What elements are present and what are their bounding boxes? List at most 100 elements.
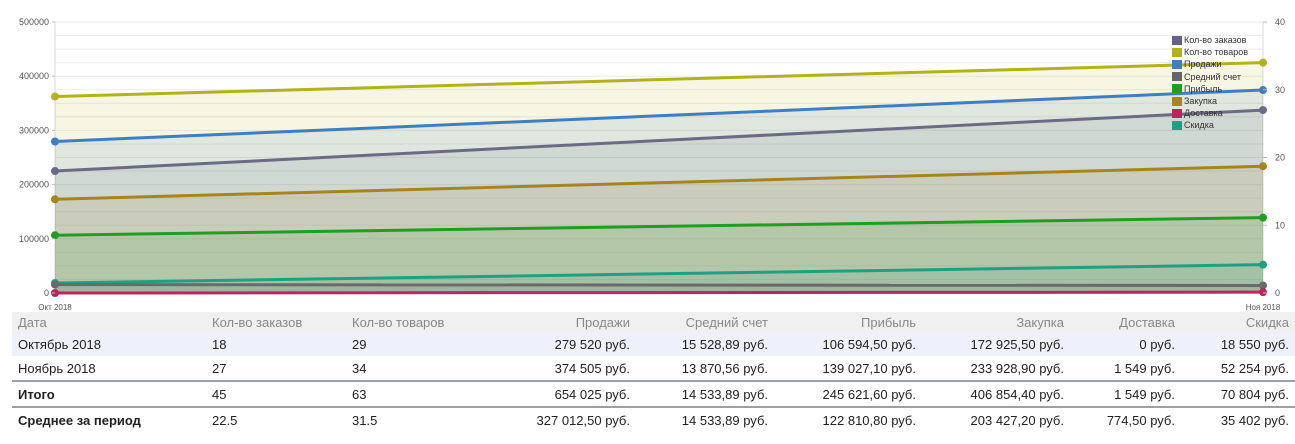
data-point: [51, 231, 59, 240]
x-tick-label: Окт 2018: [38, 303, 72, 312]
total-label: Итого: [12, 380, 206, 408]
col-header-discount[interactable]: Скидка: [1181, 312, 1295, 332]
average-profit: 122 810,80 руб.: [822, 412, 916, 428]
legend-item[interactable]: Скидка: [1172, 119, 1272, 131]
total-items: 63: [346, 380, 486, 408]
legend-label: Кол-во товаров: [1184, 47, 1248, 58]
total-delivery: 1 549 руб.: [1070, 380, 1181, 408]
col-header-profit[interactable]: Прибыль: [774, 312, 922, 332]
cell-delivery: 1 549 руб.: [1070, 356, 1181, 381]
col-header-delivery[interactable]: Доставка: [1070, 312, 1181, 332]
cell-purchase: 233 928,90 руб.: [922, 356, 1070, 381]
data-point: [51, 167, 59, 176]
total-sales: 654 025 руб.: [486, 380, 636, 408]
y-left-tick-label: 400000: [19, 71, 49, 81]
legend-swatch: [1172, 96, 1182, 106]
series-line: [54, 283, 1264, 287]
cell-items: 29: [346, 332, 486, 356]
data-point: [1259, 162, 1267, 171]
average-delivery: 774,50 руб.: [1106, 412, 1175, 428]
average-sales: 327 012,50 руб.: [536, 412, 630, 428]
legend-item[interactable]: Закупка: [1172, 95, 1272, 107]
stats-table: Дата Кол-во заказов Кол-во товаров Прода…: [12, 312, 1295, 432]
data-point: [1259, 288, 1267, 297]
average-orders: 22.5: [212, 412, 238, 428]
col-header-date[interactable]: Дата: [12, 312, 206, 332]
total-orders: 45: [206, 380, 346, 408]
cell-delivery: 0 руб.: [1070, 332, 1181, 356]
legend-item[interactable]: Кол-во товаров: [1172, 46, 1272, 58]
total-discount: 70 804 руб.: [1181, 380, 1295, 408]
legend-swatch: [1172, 35, 1182, 45]
average-label: Среднее за период: [18, 412, 141, 428]
cell-items: 34: [346, 356, 486, 381]
table-total-row: Итого 45 63 654 025 руб. 14 533,89 руб. …: [12, 380, 1295, 408]
cell-sales: 374 505 руб.: [486, 356, 636, 381]
cell-discount: 18 550 руб.: [1181, 332, 1295, 356]
legend-item[interactable]: Средний счет: [1172, 71, 1272, 83]
col-header-sales[interactable]: Продажи: [486, 312, 636, 332]
col-header-items[interactable]: Кол-во товаров: [346, 312, 486, 332]
legend-label: Продажи: [1184, 59, 1222, 70]
y-right-tick-label: 20: [1275, 153, 1285, 163]
y-left-tick-label: 500000: [19, 17, 49, 27]
y-left-tick-label: 100000: [19, 234, 49, 244]
y-right-tick-label: 10: [1275, 220, 1285, 230]
data-point: [51, 137, 59, 146]
legend-label: Средний счет: [1184, 71, 1242, 82]
data-point: [1259, 260, 1267, 269]
cell-purchase: 172 925,50 руб.: [922, 332, 1070, 356]
y-right-tick-label: 40: [1275, 17, 1285, 27]
legend-item[interactable]: Кол-во заказов: [1172, 34, 1272, 46]
cell-sales: 279 520 руб.: [486, 332, 636, 356]
table-row: Октябрь 2018 18 29 279 520 руб. 15 528,8…: [12, 332, 1295, 356]
total-purchase: 406 854,40 руб.: [922, 380, 1070, 408]
total-profit: 245 621,60 руб.: [774, 380, 922, 408]
cell-date: Ноябрь 2018: [12, 356, 206, 381]
cell-profit: 139 027,10 руб.: [774, 356, 922, 381]
legend-label: Закупка: [1184, 96, 1217, 107]
total-avg-check: 14 533,89 руб.: [636, 380, 774, 408]
table-header-row: Дата Кол-во заказов Кол-во товаров Прода…: [12, 312, 1295, 332]
average-discount: 35 402 руб.: [1220, 412, 1289, 428]
cell-avg-check: 15 528,89 руб.: [636, 332, 774, 356]
data-point: [1259, 213, 1267, 222]
table-row: Ноябрь 2018 27 34 374 505 руб. 13 870,56…: [12, 356, 1295, 381]
average-purchase: 203 427,20 руб.: [970, 412, 1064, 428]
average-items: 31.5: [352, 412, 378, 428]
cell-orders: 27: [206, 356, 346, 381]
legend-swatch: [1172, 108, 1182, 118]
legend-label: Прибыль: [1184, 83, 1223, 94]
y-left-tick-label: 0: [44, 288, 49, 298]
average-avg-check: 14 533,89 руб.: [681, 412, 768, 428]
legend-swatch: [1172, 120, 1182, 130]
cell-orders: 18: [206, 332, 346, 356]
col-header-orders[interactable]: Кол-во заказов: [206, 312, 346, 332]
legend-swatch: [1172, 47, 1182, 57]
y-left-tick-label: 300000: [19, 125, 49, 135]
chart-legend: Кол-во заказов Кол-во товаров Продажи Средн…: [1172, 34, 1272, 132]
legend-item[interactable]: Продажи: [1172, 58, 1272, 70]
cell-avg-check: 13 870,56 руб.: [636, 356, 774, 381]
y-right-tick-label: 30: [1275, 85, 1285, 95]
legend-swatch: [1172, 84, 1182, 94]
y-right-tick-label: 0: [1275, 288, 1280, 298]
legend-label: Кол-во заказов: [1184, 35, 1247, 46]
col-header-purchase[interactable]: Закупка: [922, 312, 1070, 332]
data-point: [51, 92, 59, 101]
cell-discount: 52 254 руб.: [1181, 356, 1295, 381]
legend-label: Доставка: [1184, 108, 1223, 119]
legend-item[interactable]: Прибыль: [1172, 83, 1272, 95]
data-point: [51, 195, 59, 204]
legend-item[interactable]: Доставка: [1172, 107, 1272, 119]
legend-swatch: [1172, 72, 1182, 82]
y-left-tick-label: 200000: [19, 180, 49, 190]
x-tick-label: Ноя 2018: [1246, 303, 1281, 312]
sales-chart: 0 100000 200000 300000 400000 500000 0 10 20 30 40…: [19, 17, 1285, 312]
table-average-row: Среднее за период 22.5 31.5 327 012,50 р…: [12, 407, 1295, 432]
data-point: [51, 280, 59, 289]
series-line: [54, 290, 1264, 295]
col-header-avg-check[interactable]: Средний счет: [636, 312, 774, 332]
cell-profit: 106 594,50 руб.: [774, 332, 922, 356]
legend-swatch: [1172, 59, 1182, 69]
